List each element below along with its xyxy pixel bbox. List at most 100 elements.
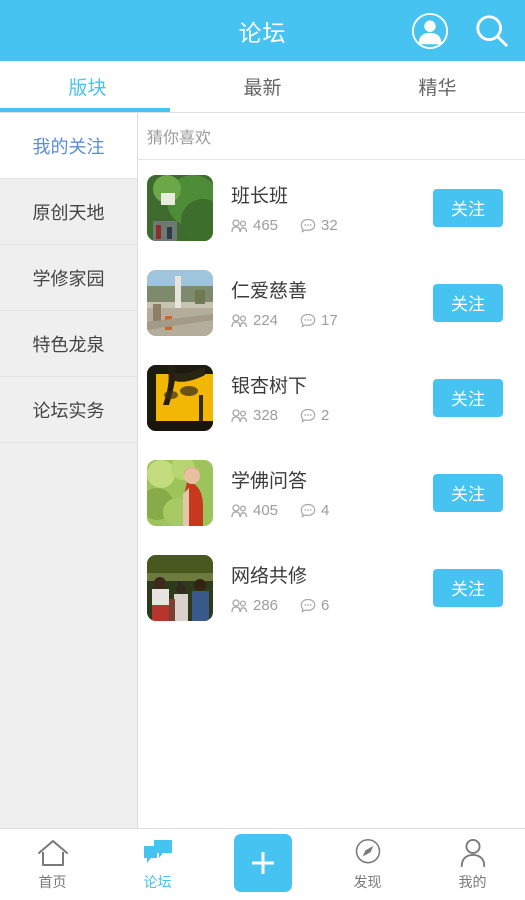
members-value: 465	[253, 217, 279, 234]
comments-value: 17	[321, 312, 338, 329]
follow-button[interactable]: 关注	[433, 283, 503, 322]
members-value: 405	[253, 502, 279, 519]
row-content: 学佛问答 405 4	[213, 466, 433, 519]
follow-button[interactable]: 关注	[433, 378, 503, 417]
members-count: 465	[231, 217, 278, 234]
sidebar-item-study[interactable]: 学修家园	[0, 245, 137, 311]
table-row[interactable]: 网络共修 286 6 关注	[138, 540, 525, 635]
nav-label: 我的	[458, 873, 487, 890]
forum-title: 仁爱慈善	[231, 281, 308, 302]
plus-icon[interactable]	[233, 833, 292, 892]
follow-button[interactable]: 关注	[433, 568, 503, 607]
comment-bubble-icon	[300, 503, 316, 518]
forum-title: 网络共修	[231, 566, 308, 587]
members-value: 224	[253, 312, 279, 329]
row-meta: 405 4	[231, 502, 433, 519]
members-icon	[231, 598, 248, 612]
forum-list-pane[interactable]: 猜你喜欢 班长班 465 32 关注 仁爱慈善 224 17 关注 银杏树下 3…	[138, 113, 525, 828]
members-value: 328	[253, 407, 279, 424]
nav-label: 发现	[353, 873, 382, 890]
tab-label: 版块	[68, 78, 107, 99]
follow-button[interactable]: 关注	[433, 188, 503, 227]
comment-bubble-icon	[300, 408, 316, 423]
forum-title: 学佛问答	[231, 471, 308, 492]
section-title: 猜你喜欢	[147, 130, 212, 147]
table-row[interactable]: 学佛问答 405 4 关注	[138, 445, 525, 540]
row-content: 网络共修 286 6	[213, 561, 433, 614]
sidebar-item-label: 特色龙泉	[32, 334, 105, 355]
comments-value: 4	[321, 502, 330, 519]
courtyard-thumbnail	[147, 269, 213, 336]
bottom-navigation: 首页 论坛 发现 我的	[0, 828, 525, 900]
row-content: 仁爱慈善 224 17	[213, 276, 433, 329]
comments-count: 4	[300, 502, 329, 519]
nav-item-profile[interactable]: 我的	[420, 829, 525, 900]
content-area: 我的关注 原创天地 学修家园 特色龙泉 论坛实务 猜你喜欢 班长班 465 32…	[0, 113, 525, 828]
comment-bubble-icon	[300, 598, 316, 613]
comments-count: 2	[300, 407, 329, 424]
sidebar-filler	[0, 443, 137, 828]
forum-title: 银杏树下	[231, 376, 308, 397]
comments-count: 17	[300, 312, 338, 329]
follow-button[interactable]: 关注	[433, 473, 503, 512]
comment-bubble-icon	[300, 313, 316, 328]
table-row[interactable]: 银杏树下 328 2 关注	[138, 350, 525, 445]
comment-bubble-icon	[300, 218, 316, 233]
row-meta: 224 17	[231, 312, 433, 329]
sidebar-item-label: 我的关注	[32, 136, 105, 157]
nav-label: 论坛	[143, 873, 172, 890]
header-actions	[409, 0, 513, 61]
category-sidebar: 我的关注 原创天地 学修家园 特色龙泉 论坛实务	[0, 113, 138, 828]
app-root: 论坛 版块 最新 精华 我的关注 原创天地 学修家园 特色龙泉 论坛实务 猜你喜…	[0, 0, 525, 900]
list-section-header: 猜你喜欢	[138, 113, 525, 160]
comments-count: 32	[300, 217, 338, 234]
sidebar-item-label: 原创天地	[32, 202, 105, 223]
row-meta: 465 32	[231, 217, 433, 234]
compass-icon	[355, 838, 380, 863]
tab-featured[interactable]: 精华	[350, 61, 525, 112]
comments-value: 2	[321, 407, 330, 424]
app-header: 论坛	[0, 0, 525, 61]
nav-label: 首页	[38, 873, 67, 890]
members-value: 286	[253, 597, 279, 614]
group-people-thumbnail	[147, 554, 213, 621]
tab-bar: 版块 最新 精华	[0, 61, 525, 113]
members-icon	[231, 218, 248, 232]
sidebar-item-label: 学修家园	[32, 268, 105, 289]
nav-item-create[interactable]	[210, 829, 315, 900]
tab-active-indicator	[0, 108, 170, 112]
members-icon	[231, 503, 248, 517]
tab-banshe[interactable]: 版块	[0, 61, 175, 112]
home-icon	[37, 839, 68, 866]
row-meta: 286 6	[231, 597, 433, 614]
sidebar-item-original[interactable]: 原创天地	[0, 179, 137, 245]
members-icon	[231, 408, 248, 422]
row-meta: 328 2	[231, 407, 433, 424]
comments-value: 6	[321, 597, 330, 614]
garden-green-thumbnail	[147, 174, 213, 241]
tab-latest[interactable]: 最新	[175, 61, 350, 112]
person-icon	[460, 838, 485, 867]
sidebar-item-longquan[interactable]: 特色龙泉	[0, 311, 137, 377]
user-circle-icon[interactable]	[409, 10, 451, 52]
row-content: 银杏树下 328 2	[213, 371, 433, 424]
forum-bubbles-icon	[143, 839, 172, 863]
table-row[interactable]: 班长班 465 32 关注	[138, 160, 525, 255]
members-icon	[231, 313, 248, 327]
nav-item-discover[interactable]: 发现	[315, 829, 420, 900]
tab-label: 精华	[418, 78, 457, 99]
comments-count: 6	[300, 597, 329, 614]
nav-item-forum[interactable]: 论坛	[105, 829, 210, 900]
forum-title: 班长班	[231, 186, 289, 207]
sidebar-item-label: 论坛实务	[32, 400, 105, 421]
members-count: 286	[231, 597, 278, 614]
nav-item-home[interactable]: 首页	[0, 829, 105, 900]
comments-value: 32	[321, 217, 338, 234]
sidebar-item-my-follows[interactable]: 我的关注	[0, 113, 137, 179]
monk-red-robe-thumbnail	[147, 459, 213, 526]
table-row[interactable]: 仁爱慈善 224 17 关注	[138, 255, 525, 350]
page-title: 论坛	[238, 19, 287, 46]
search-icon[interactable]	[471, 10, 513, 52]
tab-label: 最新	[243, 78, 282, 99]
sidebar-item-forum-affairs[interactable]: 论坛实务	[0, 377, 137, 443]
